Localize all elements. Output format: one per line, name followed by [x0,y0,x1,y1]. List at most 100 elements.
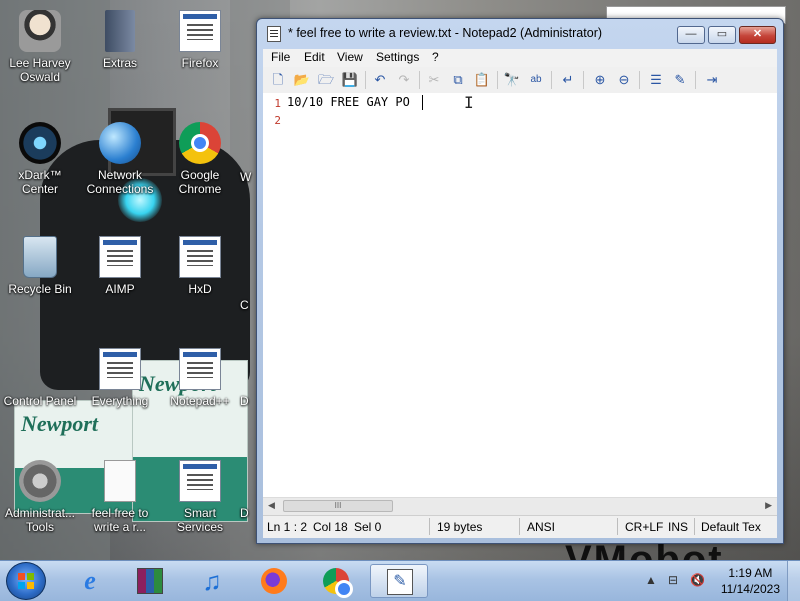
desktop-icon-label: Administrat... Tools [4,506,76,534]
find-icon[interactable]: 🔭 [503,71,521,89]
internet-explorer-icon: e [84,566,96,595]
person-icon [19,10,61,52]
toolbar-separator [583,71,584,89]
show-desktop-button[interactable] [787,561,800,601]
browse-icon[interactable]: 🗁 [317,71,335,89]
desktop-icon-firefox[interactable]: Firefox [160,10,240,70]
desktop-icon-recycle-bin[interactable]: Recycle Bin [0,236,80,296]
cut-icon[interactable]: ✂ [425,71,443,89]
taskbar-winrar[interactable] [124,564,176,598]
volume-muted-icon[interactable]: 🔇 [690,573,705,587]
taskbar-internet-explorer[interactable]: e [64,564,116,598]
desktop-icon-xdark-center[interactable]: xDark™ Center [0,122,80,196]
desktop-icon-extras[interactable]: Extras [80,10,160,70]
chrome-icon [179,122,221,164]
status-line-endings[interactable]: CR+LF [625,520,663,534]
save-icon[interactable]: 💾 [341,71,359,89]
taskbar-firefox[interactable] [248,564,300,598]
scrollbar-thumb[interactable]: III [283,500,393,512]
zoom-in-icon[interactable]: ⊕ [591,71,609,89]
toolbar-separator [365,71,366,89]
clock[interactable]: 1:19 AM 11/14/2023 [721,565,780,597]
toolbar: 🗋 📂 🗁 💾 ↶ ↷ ✂ ⧉ 📋 🔭 ab ↵ ⊕ ⊖ ☰ ✎ ⇥ [263,67,777,94]
status-size: 19 bytes [437,520,483,534]
notepad-icon: ✎ [387,569,413,595]
replace-icon[interactable]: ab [527,71,545,89]
scheme-icon[interactable]: ☰ [647,71,665,89]
menu-settings[interactable]: Settings [376,50,419,64]
desktop-icon-lee-harvey-oswald[interactable]: Lee Harvey Oswald [0,10,80,84]
menu-help[interactable]: ? [432,50,439,64]
scroll-left-icon[interactable]: ◀ [268,500,275,511]
control-panel-icon [19,348,61,390]
toolbar-separator [695,71,696,89]
line-number-gutter: 1 2 [263,93,283,497]
generic-app-icon [179,348,221,390]
close-button[interactable]: ✕ [739,26,776,44]
scroll-right-icon[interactable]: ▶ [765,500,772,511]
desktop-icon-label: Recycle Bin [8,282,72,296]
desktop-icon-notepad-plus-plus[interactable]: Notepad++ [160,348,240,408]
toolbar-separator [551,71,552,89]
zoom-out-icon[interactable]: ⊖ [615,71,633,89]
start-button[interactable] [6,562,46,600]
redo-icon[interactable]: ↷ [395,71,413,89]
toolbar-separator [497,71,498,89]
desktop-icon-label: Firefox [181,56,219,70]
new-file-icon[interactable]: 🗋 [269,71,287,89]
desktop-icon-hxd[interactable]: HxD [160,236,240,296]
taskbar-notepad2[interactable]: ✎ [370,564,428,598]
maximize-button[interactable]: ▭ [708,26,736,44]
text-editor[interactable]: 1 2 10/10 FREE GAY PO I [263,93,777,497]
show-hidden-icons-button[interactable]: ▲ [645,573,657,587]
status-separator [617,518,618,535]
text-caret [422,95,423,110]
exit-icon[interactable]: ⇥ [703,71,721,89]
taskbar-chrome[interactable] [310,564,362,598]
desktop-icon-label: Everything [91,394,149,408]
status-insert-mode[interactable]: INS [668,520,688,534]
desktop-icon-everything[interactable]: Everything [80,348,160,408]
desktop-icon-administrative-tools[interactable]: Administrat... Tools [0,460,80,534]
notepad-app-icon[interactable] [267,26,281,42]
word-wrap-icon[interactable]: ↵ [559,71,577,89]
menu-edit[interactable]: Edit [304,50,325,64]
open-folder-icon[interactable]: 📂 [293,71,311,89]
chrome-icon [323,568,353,598]
horizontal-scrollbar[interactable]: ◀ III ▶ [263,497,777,515]
network-icon[interactable]: ⊟ [668,573,678,587]
desktop-icon-label: feel free to write a r... [91,506,149,534]
status-bar: Ln 1 : 2 Col 18 Sel 0 19 bytes ANSI CR+L… [263,515,777,538]
status-separator [519,518,520,535]
editor-line[interactable]: 10/10 FREE GAY PO [287,95,410,109]
menu-file[interactable]: File [271,50,290,64]
paste-icon[interactable]: 📋 [473,71,491,89]
desktop-icon-label: HxD [188,282,212,296]
recycle-bin-icon [23,236,57,278]
desktop-icon-aimp[interactable]: AIMP [80,236,160,296]
notepad2-window: * feel free to write a review.txt - Note… [256,18,784,544]
undo-icon[interactable]: ↶ [371,71,389,89]
desktop-icon-feel-free-review[interactable]: feel free to write a r... [80,460,160,534]
copy-icon[interactable]: ⧉ [449,71,467,89]
desktop-icon-smart-services[interactable]: Smart Services [160,460,240,534]
folder-icon [105,10,135,52]
title-bar[interactable]: * feel free to write a review.txt - Note… [257,19,783,49]
toolbar-separator [639,71,640,89]
status-column: Col 18 [313,520,348,534]
status-encoding[interactable]: ANSI [527,520,555,534]
gear-icon [19,460,61,502]
firefox-icon [179,10,221,52]
desktop-icon-google-chrome[interactable]: Google Chrome [160,122,240,196]
desktop-icon-label: AIMP [105,282,135,296]
ibeam-cursor-icon: I [464,93,474,112]
taskbar-itunes[interactable]: ♫ [186,564,238,598]
status-scheme[interactable]: Default Tex [701,520,775,534]
desktop-icon-network-connections[interactable]: Network Connections [80,122,160,196]
minimize-button[interactable]: — [677,26,705,44]
desktop-icon-control-panel[interactable]: Control Panel [0,348,80,408]
desktop-icon-label: Extras [102,56,137,70]
line-number: 1 [274,97,281,110]
menu-view[interactable]: View [337,50,363,64]
customize-icon[interactable]: ✎ [671,71,689,89]
